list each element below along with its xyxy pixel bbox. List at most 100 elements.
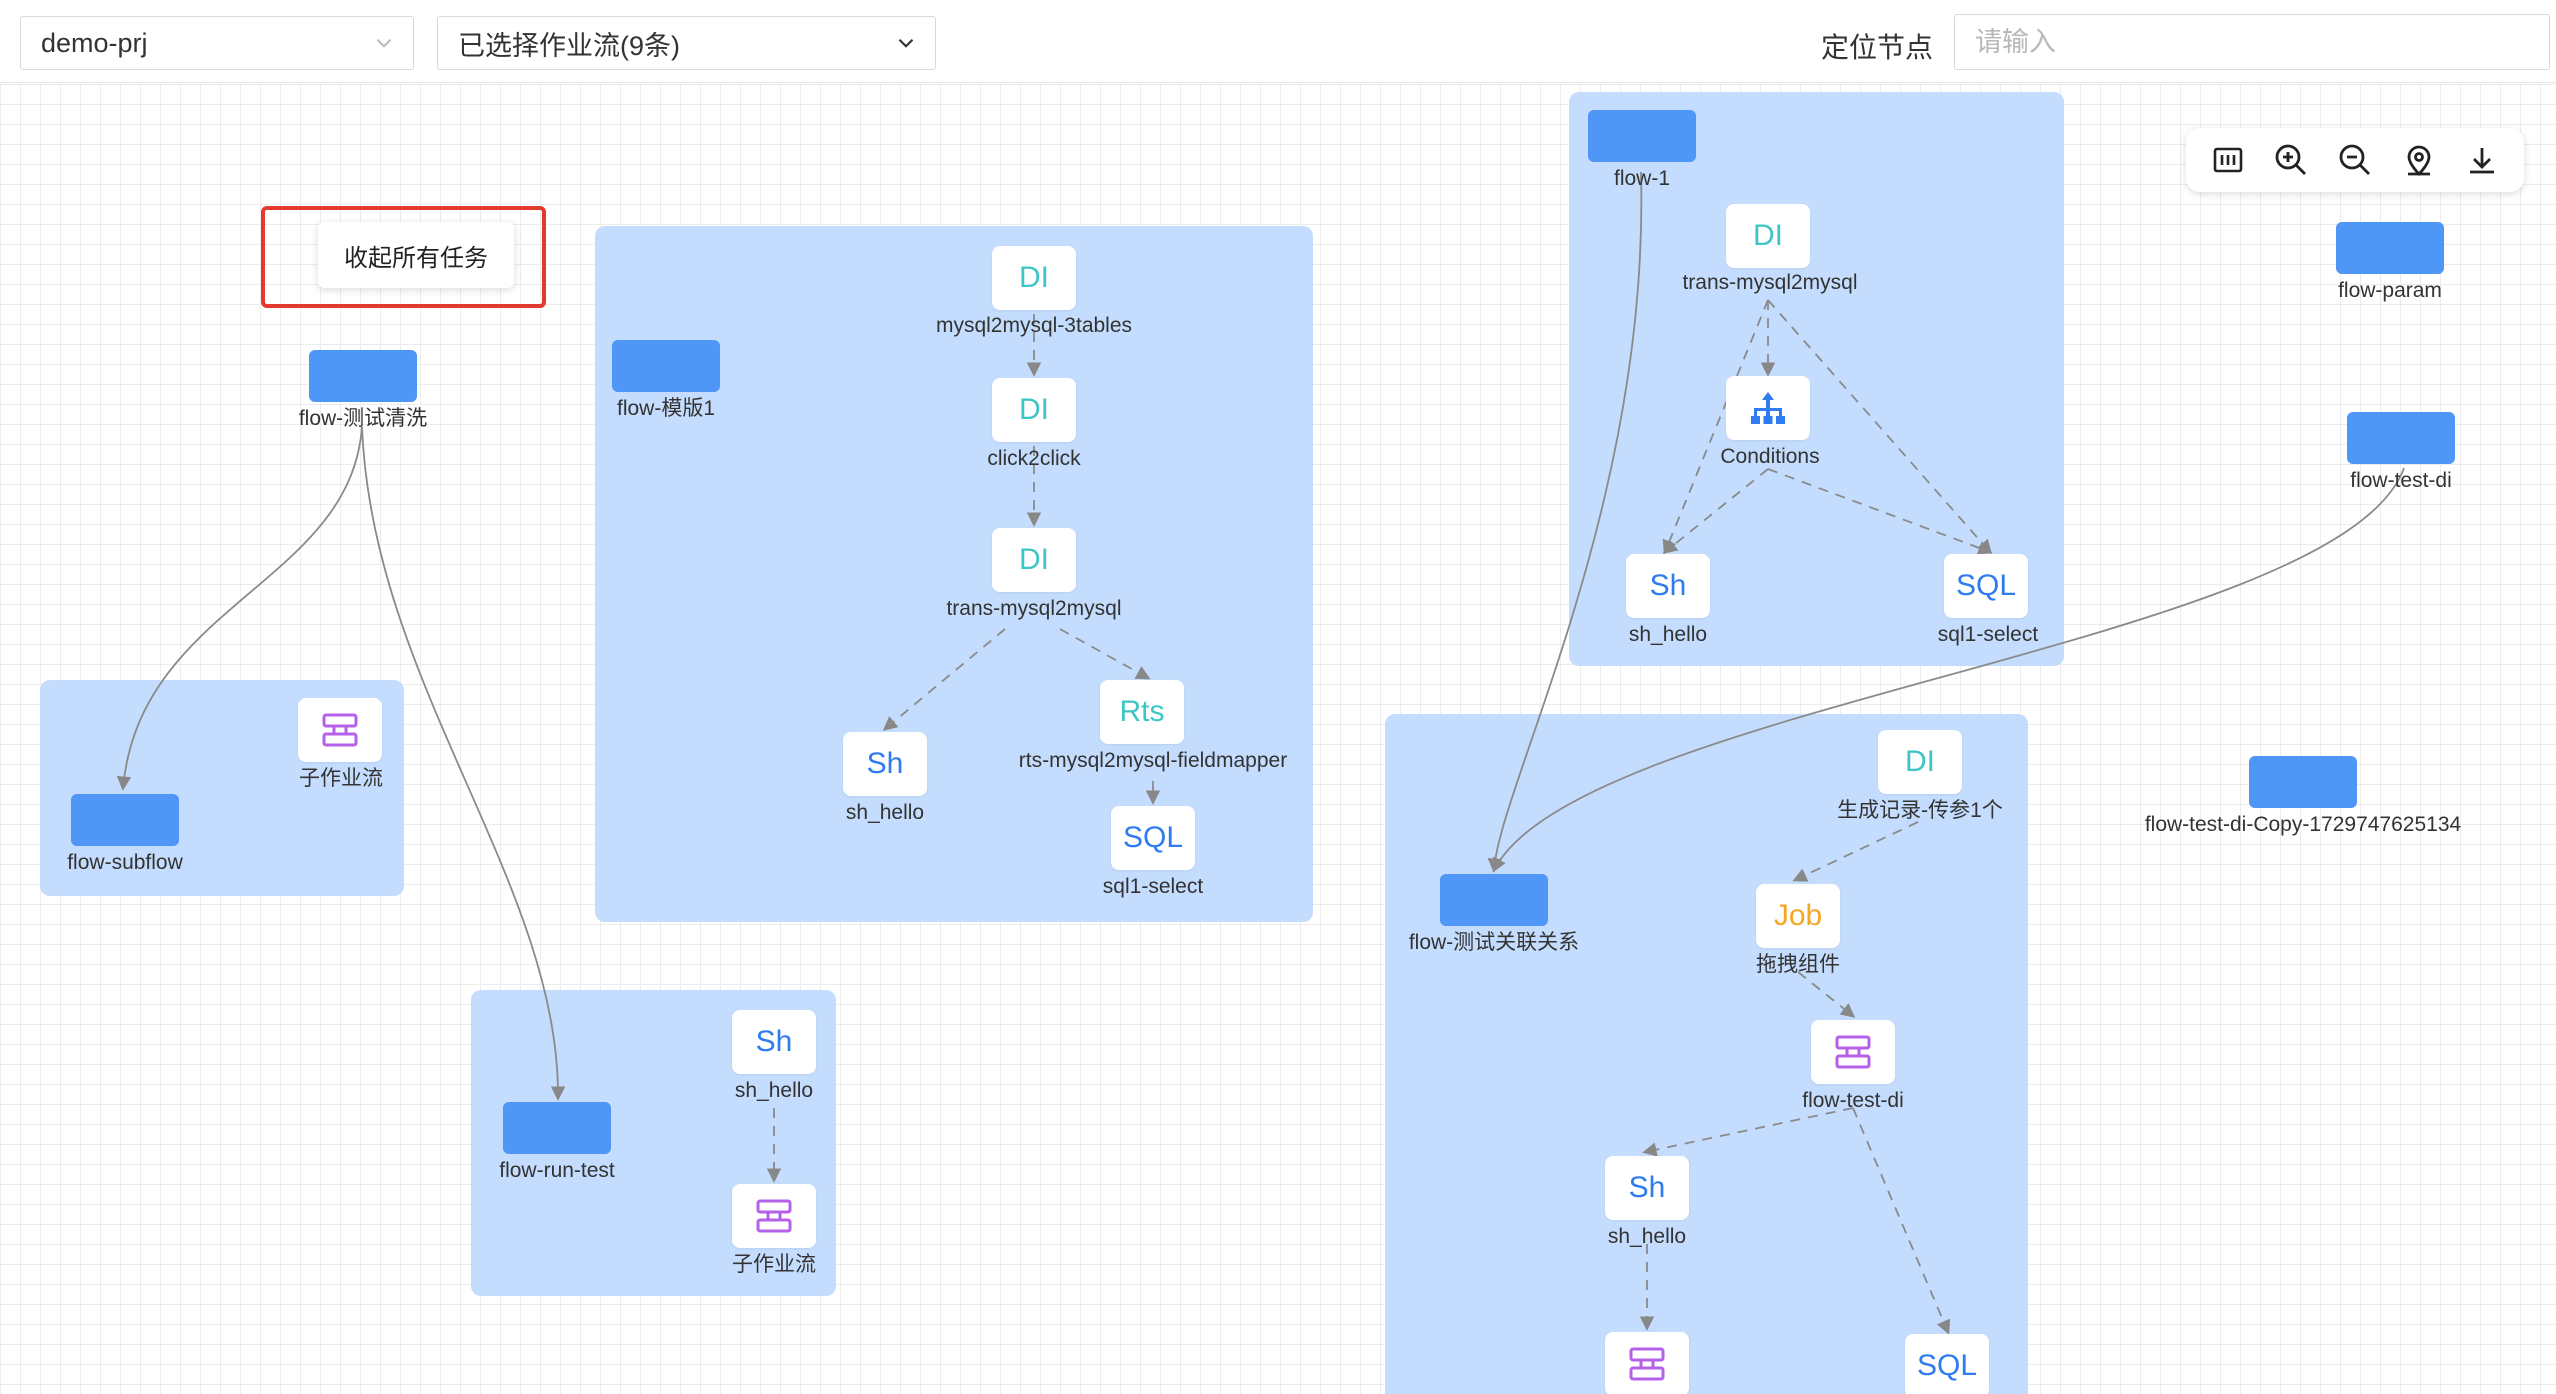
sql-icon: SQL	[1955, 569, 2017, 602]
task-run-test-sub[interactable]	[732, 1184, 816, 1248]
task-label-flow1-conditions: Conditions	[1720, 445, 1820, 468]
task-label-run-test-sub: 子作业流	[732, 1253, 816, 1276]
job-icon: Job	[1773, 899, 1823, 932]
task-tpl-sql1-select[interactable]: SQL	[1111, 806, 1195, 870]
task-label-flow1-sh-hello: sh_hello	[1628, 623, 1708, 646]
flow-node-relation[interactable]	[1440, 874, 1548, 926]
edge-tpl-3-5	[1059, 628, 1151, 680]
task-tpl-sh-hello[interactable]: Sh	[843, 732, 927, 796]
task-run-test-sh[interactable]: Sh	[732, 1010, 816, 1074]
flow-node-template[interactable]	[612, 340, 720, 392]
task-subflow-child[interactable]	[298, 698, 382, 762]
task-flow1-trans[interactable]: DI	[1726, 204, 1810, 268]
rts-icon: Rts	[1119, 695, 1165, 728]
shell-icon: Sh	[866, 747, 904, 780]
chevron-down-icon	[898, 38, 914, 48]
flow-label-run-test: flow-run-test	[499, 1159, 615, 1182]
flow-label-subflow: flow-subflow	[67, 851, 183, 874]
workflow-canvas[interactable]: flow-测试清洗 子作业流 flow-subflow Sh sh_hello …	[0, 84, 2556, 1394]
flow-node-test-di-copy[interactable]	[2249, 756, 2357, 808]
task-label-rel-sh-hello: sh_hello	[1607, 1225, 1687, 1248]
locate-node-input[interactable]	[1954, 14, 2550, 70]
task-label-flow1-trans: trans-mysql2mysql	[1682, 271, 1858, 294]
task-flow1-sh-hello[interactable]: Sh	[1626, 554, 1710, 618]
task-flow1-conditions[interactable]	[1726, 376, 1810, 440]
edge-tpl-3-4	[882, 628, 1006, 731]
task-label-tpl-click2click: click2click	[987, 447, 1081, 470]
locate-icon[interactable]	[2399, 140, 2439, 180]
task-label-tpl-mysql2mysql: mysql2mysql-3tables	[935, 314, 1133, 337]
task-label-tpl-rts: rts-mysql2mysql-fieldmapper	[1018, 749, 1288, 772]
task-tpl-mysql2mysql[interactable]: DI	[992, 246, 1076, 310]
flow-node-subflow[interactable]	[71, 794, 179, 846]
task-tpl-trans[interactable]: DI	[992, 528, 1076, 592]
di-icon: DI	[1019, 543, 1049, 576]
project-select[interactable]: demo-prj	[20, 16, 414, 70]
task-rel-sh-hello[interactable]: Sh	[1605, 1156, 1689, 1220]
fit-view-icon[interactable]	[2208, 140, 2248, 180]
shell-icon: Sh	[755, 1025, 793, 1058]
subflow-icon	[1629, 1347, 1665, 1381]
conditions-icon	[1751, 392, 1785, 424]
task-tpl-rts[interactable]: Rts	[1100, 680, 1184, 744]
task-label-run-test-sh: sh_hello	[734, 1079, 814, 1102]
di-icon: DI	[1753, 219, 1783, 252]
chevron-down-icon	[376, 38, 392, 48]
task-tpl-click2click[interactable]: DI	[992, 378, 1076, 442]
sql-icon: SQL	[1916, 1349, 1978, 1382]
edge-rel-3-5	[1852, 1107, 1951, 1335]
subflow-icon	[1835, 1035, 1871, 1069]
task-rel-sql[interactable]: SQL	[1905, 1334, 1989, 1394]
task-label-rel-generate: 生成记录-传参1个	[1837, 799, 2003, 822]
zoom-out-icon[interactable]	[2335, 140, 2375, 180]
flow-node-test-di[interactable]	[2347, 412, 2455, 464]
task-label-rel-test-di: flow-test-di	[1802, 1089, 1904, 1112]
flow-node-cleanse[interactable]	[309, 350, 417, 402]
canvas-toolbar	[2186, 128, 2524, 192]
shell-icon: Sh	[1649, 569, 1687, 602]
flow-label-param: flow-param	[2338, 279, 2442, 302]
task-rel-test-di[interactable]	[1811, 1020, 1895, 1084]
di-icon: DI	[1019, 393, 1049, 426]
flow-label-relation: flow-测试关联关系	[1408, 931, 1580, 954]
task-label-tpl-trans: trans-mysql2mysql	[946, 597, 1122, 620]
top-bar: demo-prj 已选择作业流(9条) 定位节点	[0, 0, 2556, 83]
flow-node-param[interactable]	[2336, 222, 2444, 274]
task-rel-drag[interactable]: Job	[1756, 884, 1840, 948]
flow-node-flow1[interactable]	[1588, 110, 1696, 162]
project-select-value: demo-prj	[41, 27, 148, 58]
zoom-in-icon[interactable]	[2271, 140, 2311, 180]
edge-rel-1-2	[1792, 821, 1919, 882]
flow-label-test-di-copy: flow-test-di-Copy-1729747625134	[2144, 813, 2462, 836]
task-rel-generate[interactable]: DI	[1878, 730, 1962, 794]
di-icon: DI	[1019, 261, 1049, 294]
task-rel-subflow[interactable]	[1605, 1332, 1689, 1394]
workflow-select[interactable]: 已选择作业流(9条)	[437, 16, 936, 70]
locate-node-label: 定位节点	[1821, 32, 1934, 63]
di-icon: DI	[1905, 745, 1935, 778]
edge-rel-2-3	[1797, 971, 1856, 1018]
task-label-tpl-sh-hello: sh_hello	[845, 801, 925, 824]
workflow-select-value: 已选择作业流(9条)	[458, 30, 680, 61]
collapse-all-tasks-button[interactable]: 收起所有任务	[318, 222, 514, 288]
subflow-icon	[756, 1199, 792, 1233]
download-icon[interactable]	[2462, 140, 2502, 180]
flow-node-run-test[interactable]	[503, 1102, 611, 1154]
edge-flow1-2-4	[1767, 468, 1993, 555]
task-label-rel-drag: 拖拽组件	[1756, 953, 1840, 976]
task-flow1-sql1-select[interactable]: SQL	[1944, 554, 2028, 618]
shell-icon: Sh	[1628, 1171, 1666, 1204]
flow-label-test-di: flow-test-di	[2350, 469, 2452, 492]
flow-label-template: flow-模版1	[616, 397, 716, 420]
sql-icon: SQL	[1122, 821, 1184, 854]
task-label-flow1-sql1-select: sql1-select	[1937, 623, 2039, 646]
flow-label-flow1: flow-1	[1613, 167, 1671, 190]
edge-cleanse-to-run-test	[361, 426, 566, 1101]
edge-flow1-2-3	[1662, 468, 1769, 554]
flow-label-cleanse: flow-测试清洗	[298, 407, 428, 430]
task-label-tpl-sql1-select: sql1-select	[1102, 875, 1204, 898]
edge-rel-3-4	[1642, 1107, 1854, 1157]
task-label-subflow-child: 子作业流	[299, 767, 383, 790]
subflow-icon	[322, 713, 358, 747]
edge-flow1-to-relation	[1487, 171, 1643, 873]
